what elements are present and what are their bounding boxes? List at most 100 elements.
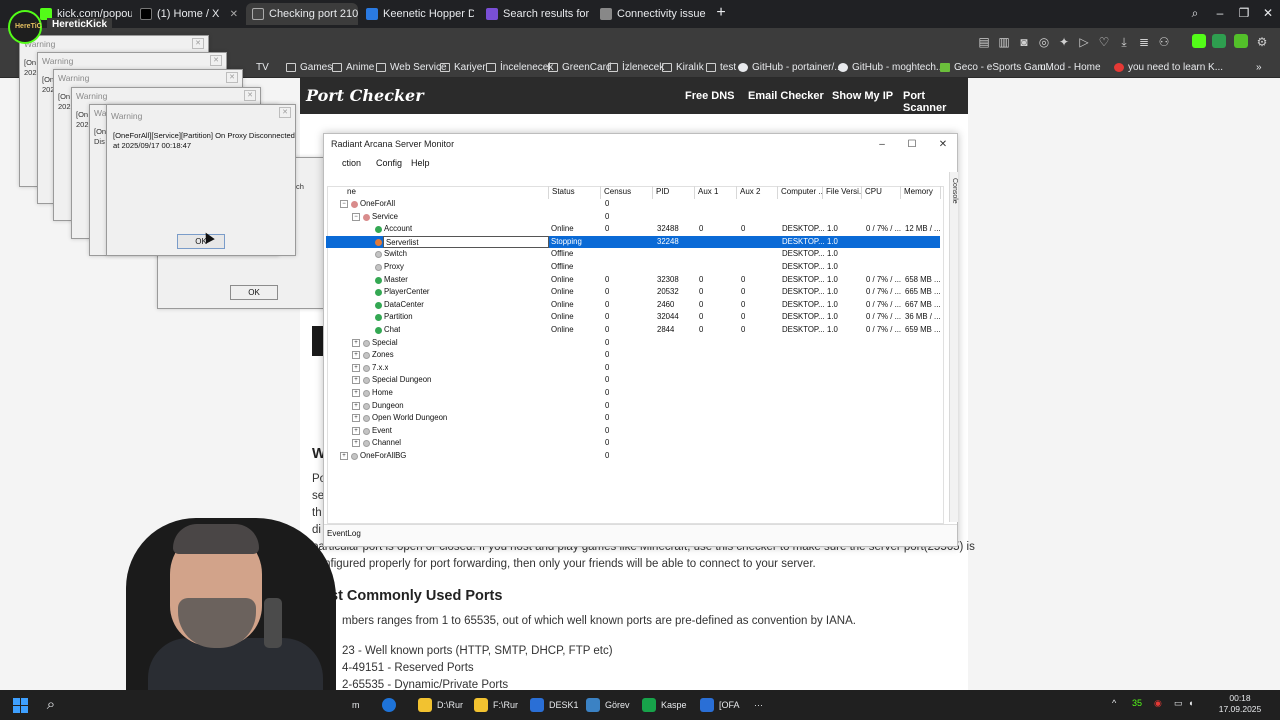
server-row-account[interactable]: Account Online 0 32488 0 0 DESKTOP... 1.0 0 / 7%…	[326, 223, 941, 236]
tab-x[interactable]: (1) Home / X ✕	[134, 3, 244, 25]
download-icon[interactable]: ⤓	[1116, 34, 1132, 50]
bookmark-umod[interactable]: uMod - Home	[1040, 60, 1101, 74]
tab-keenetic[interactable]: Keenetic Hopper DSL – Po	[360, 3, 474, 25]
taskbar-app-explorer-f[interactable]: F:\Rur	[474, 696, 518, 714]
k-extension-icon[interactable]	[1234, 34, 1248, 48]
server-row-special[interactable]: + Special 0	[326, 337, 940, 350]
taskbar-app-ofa[interactable]: [OFA	[700, 696, 740, 714]
kick-extension-icon[interactable]	[1192, 34, 1206, 48]
close-icon[interactable]: ✕	[224, 9, 238, 20]
close-icon[interactable]: ✕	[226, 72, 238, 83]
minimize-icon[interactable]: –	[871, 137, 893, 153]
console-side-tab[interactable]: Console	[949, 172, 958, 522]
bookmark-test[interactable]: test	[706, 60, 736, 74]
more-bookmarks-icon[interactable]: »	[1256, 60, 1262, 74]
server-row-switch[interactable]: Switch Offline DESKTOP... 1.0	[326, 248, 940, 261]
tab-search[interactable]: Search results for query: S	[480, 3, 592, 25]
server-row-serverlist[interactable]: Serverlist Stopping 32248 DESKTOP... 1.0	[326, 235, 940, 249]
volume-icon[interactable]: ◖	[1188, 698, 1193, 708]
tab-connectivity[interactable]: Connectivity issue | Page	[594, 3, 708, 25]
bookmark-tv[interactable]: TV	[256, 60, 269, 74]
expand-icon[interactable]: +	[352, 351, 360, 360]
expand-icon[interactable]: +	[340, 452, 348, 460]
taskbar-app-taskmgr[interactable]: Görev	[586, 696, 630, 714]
bookmark-github-moghtech[interactable]: GitHub - moghtech...	[838, 60, 944, 74]
menu-action[interactable]: ction	[342, 158, 361, 168]
expand-icon[interactable]: +	[352, 389, 360, 397]
server-row-service[interactable]: − Service 0	[326, 211, 940, 224]
bookmark-incelenecek[interactable]: İncelenecek	[486, 60, 553, 74]
close-icon[interactable]: ✕	[932, 137, 954, 153]
menu-help[interactable]: Help	[411, 158, 430, 168]
server-row-master[interactable]: Master Online 0 32308 0 0 DESKTOP... 1.0 0 / 7% …	[326, 274, 941, 287]
close-icon[interactable]: ✕	[192, 38, 204, 49]
server-row-special-dungeon[interactable]: + Special Dungeon 0	[326, 374, 940, 387]
tray-counter[interactable]: 35	[1132, 698, 1142, 708]
green-extension-icon[interactable]	[1212, 34, 1226, 48]
bookmark-izlenecek[interactable]: İzlenecek	[608, 60, 664, 74]
camera-icon[interactable]: ◙	[1016, 34, 1032, 50]
close-icon[interactable]: ✕	[1258, 4, 1278, 22]
row-name-editbox[interactable]: Serverlist	[383, 235, 549, 249]
bookmark-learn-k[interactable]: you need to learn K...	[1114, 60, 1223, 74]
bookmark-github-portainer[interactable]: GitHub - portainer/...	[738, 60, 843, 74]
profile-icon[interactable]: ⚇	[1156, 34, 1172, 50]
bookmark-kariyer[interactable]: Kariyer	[440, 60, 486, 74]
shield-icon[interactable]: ◎	[1036, 34, 1052, 50]
server-row-7-x-x[interactable]: +7.x.x 0	[326, 362, 940, 375]
server-row-proxy[interactable]: Proxy Offline DESKTOP... 1.0	[326, 261, 940, 274]
server-row-oneforall[interactable]: − OneForAll 0	[326, 198, 940, 211]
minimize-icon[interactable]: –	[1210, 4, 1230, 22]
expand-icon[interactable]: +	[352, 363, 360, 372]
expand-icon[interactable]: +	[352, 426, 360, 435]
bookmark-games[interactable]: Games	[286, 60, 332, 74]
ok-button[interactable]: OK	[230, 285, 278, 300]
site-logo[interactable]: Port Checker	[306, 86, 424, 105]
menu-config[interactable]: Config	[376, 158, 402, 168]
heart-icon[interactable]: ♡	[1096, 34, 1112, 50]
server-row-oneforallbg[interactable]: + OneForAllBG 0	[326, 450, 940, 463]
tray-app-icon[interactable]: ◉	[1154, 698, 1162, 709]
nav-port-scanner[interactable]: Port Scanner	[903, 90, 968, 114]
new-tab-button[interactable]: +	[712, 4, 730, 22]
server-row-event[interactable]: + Event 0	[326, 425, 940, 438]
network-icon[interactable]: ▭	[1174, 698, 1183, 709]
server-row-partition[interactable]: Partition Online 0 32044 0 0 DESKTOP... 1.0 0 / …	[326, 311, 941, 324]
system-clock[interactable]: 00:18 17.09.2025	[1212, 693, 1268, 715]
nav-show-my-ip[interactable]: Show My IP	[832, 90, 893, 102]
server-row-zones[interactable]: + Zones 0	[326, 349, 940, 362]
windows-start-icon[interactable]	[13, 698, 28, 713]
search-icon[interactable]: ⌕	[1185, 4, 1205, 22]
collapse-icon[interactable]: −	[340, 200, 348, 208]
bookmark-kiralik[interactable]: Kiralık	[662, 60, 704, 74]
search-icon[interactable]: ⌕	[43, 697, 59, 713]
server-row-playercenter[interactable]: PlayerCenter Online 0 20532 0 0 DESKTOP... 1.0 0…	[326, 286, 941, 299]
taskbar-more[interactable]: ···	[754, 696, 763, 714]
server-row-datacenter[interactable]: DataCenter Online 0 2460 0 0 DESKTOP... 1.0 0 / …	[326, 299, 941, 312]
server-row-channel[interactable]: + Channel 0	[326, 437, 940, 450]
close-icon[interactable]: ✕	[279, 107, 291, 118]
extension-icon[interactable]: ✦	[1056, 34, 1072, 50]
taskbar-app-kaspersky[interactable]: Kaspe	[642, 696, 687, 714]
expand-icon[interactable]: +	[352, 376, 360, 385]
bookmark-geco[interactable]: Geco - eSports Gam...	[940, 60, 1054, 74]
bookmark-web-service[interactable]: Web Service	[376, 60, 447, 74]
tab-port-checker[interactable]: Checking port 21002 on	[246, 3, 358, 25]
restore-icon[interactable]: ❐	[1234, 4, 1254, 22]
close-icon[interactable]: ✕	[244, 90, 256, 101]
bookmark-anime[interactable]: Anime	[332, 60, 374, 74]
nav-free-dns[interactable]: Free DNS	[685, 90, 735, 102]
collapse-icon[interactable]: −	[352, 212, 360, 221]
server-row-home[interactable]: + Home 0	[326, 387, 940, 400]
close-icon[interactable]: ✕	[210, 55, 222, 66]
server-row-open-world-dungeon[interactable]: + Open World Dungeon 0	[326, 412, 940, 425]
tray-overflow-icon[interactable]: ^	[1112, 698, 1116, 708]
puzzle-icon[interactable]: ⚙	[1254, 34, 1270, 50]
play-icon[interactable]: ▷	[1076, 34, 1092, 50]
sidebar-icon[interactable]: ▥	[996, 34, 1012, 50]
maximize-icon[interactable]: ☐	[901, 137, 923, 153]
expand-icon[interactable]: +	[352, 414, 360, 423]
taskbar-app-remote[interactable]: DESK1	[530, 696, 579, 714]
taskbar-app-settings[interactable]	[382, 696, 401, 714]
bookmark-greencard[interactable]: GreenCard	[548, 60, 611, 74]
